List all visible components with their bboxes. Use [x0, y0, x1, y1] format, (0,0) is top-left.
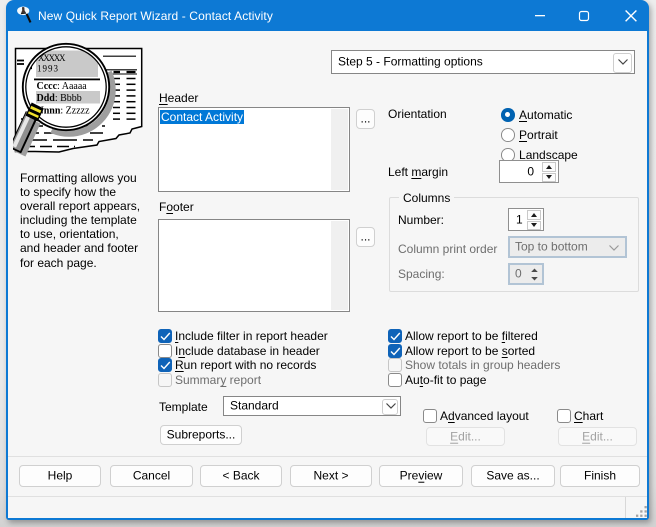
svg-text:1993: 1993	[37, 64, 59, 74]
svg-text:Ddd: Bbbb: Ddd: Bbbb	[37, 93, 82, 104]
svg-text:Nnnn: Zzzzz: Nnnn: Zzzzz	[37, 106, 91, 117]
svg-text:Cccc: Aaaaa: Cccc: Aaaaa	[37, 81, 88, 92]
